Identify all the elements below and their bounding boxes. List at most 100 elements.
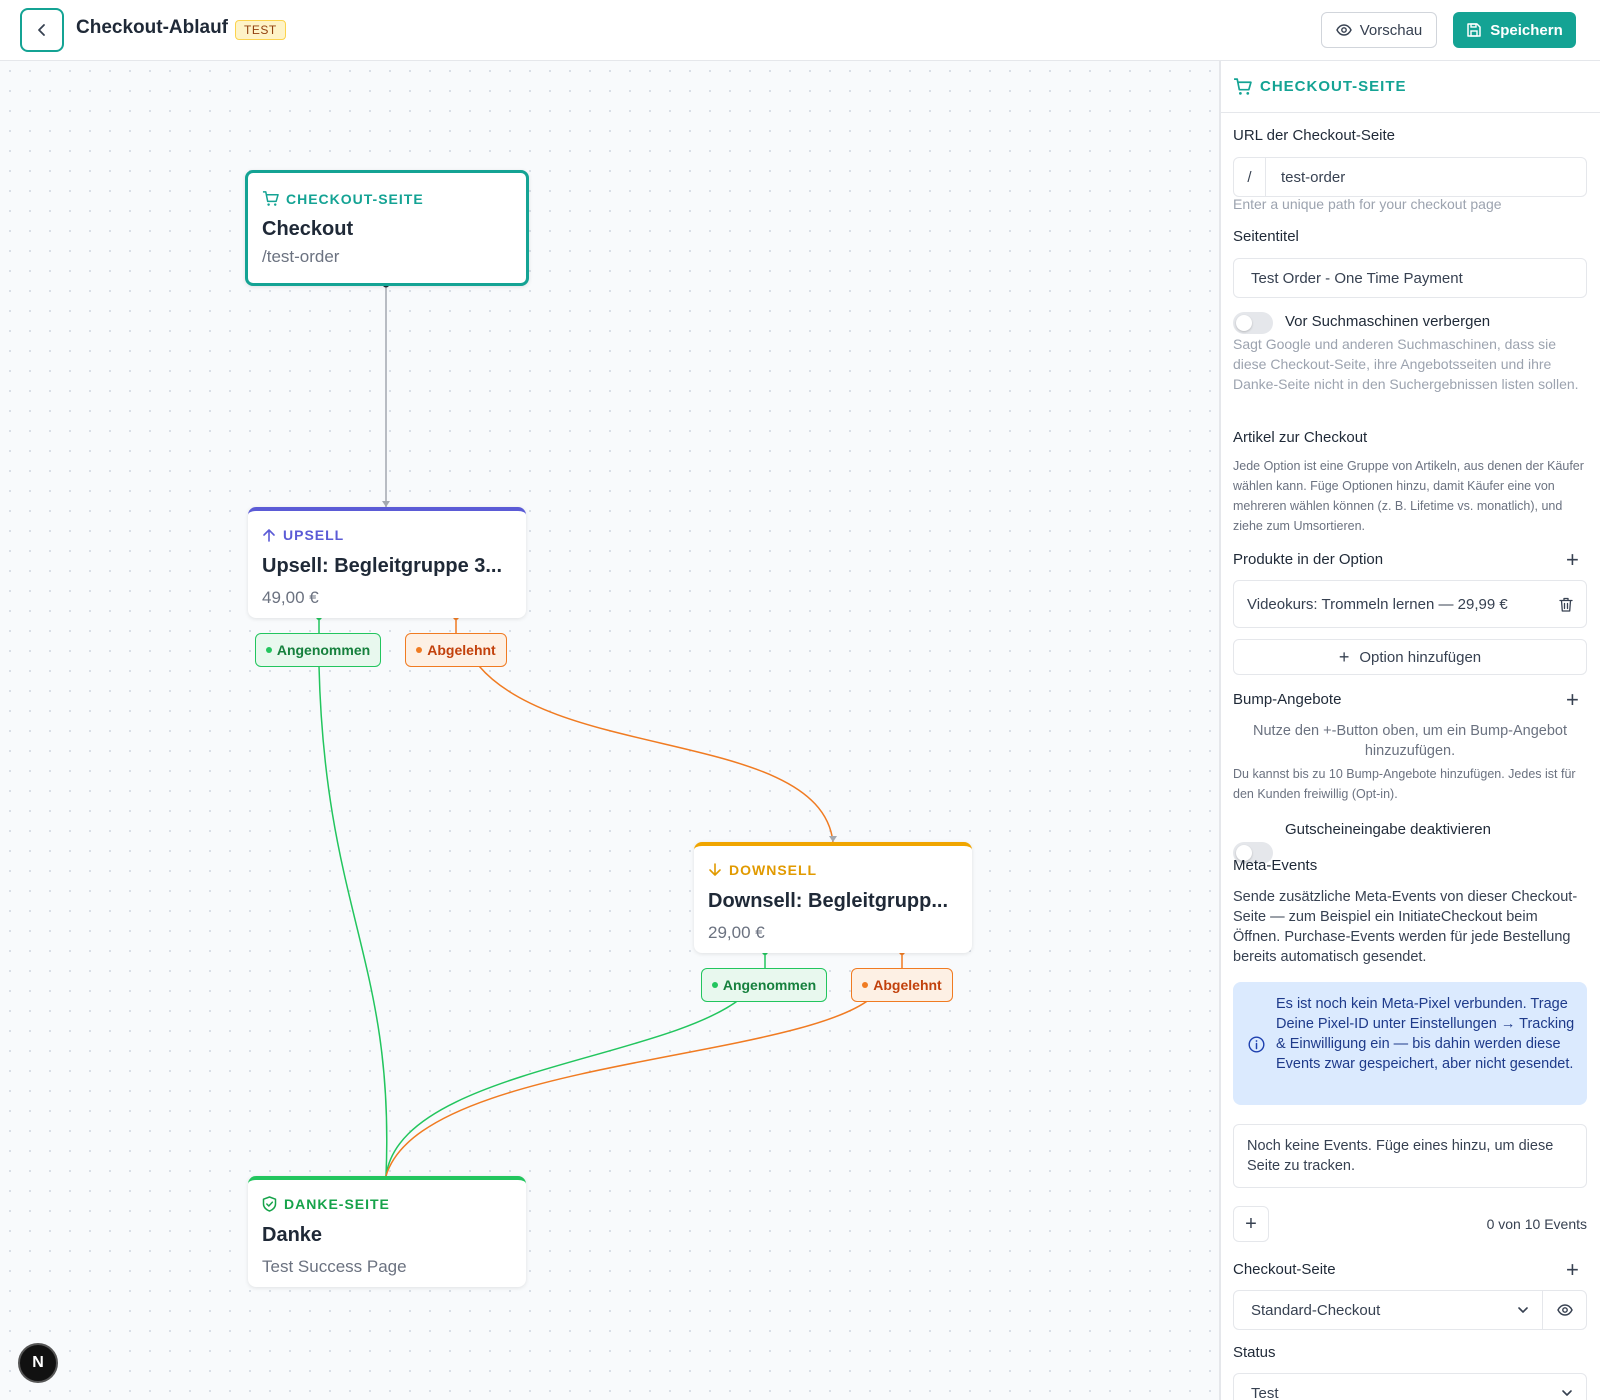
save-button[interactable]: Speichern: [1453, 12, 1576, 48]
edge-label-text: Angenommen: [276, 642, 371, 658]
node-subtitle: Test Success Page: [262, 1257, 407, 1276]
add-product-button[interactable]: +: [1566, 549, 1579, 571]
save-icon: [1467, 23, 1481, 37]
coupon-label: Gutscheineingabe deaktivieren: [1285, 821, 1491, 838]
url-hint: Enter a unique path for your checkout pa…: [1233, 196, 1502, 212]
url-label: URL der Checkout-Seite: [1233, 127, 1396, 144]
panel-header: CHECKOUT-SEITE: [1221, 61, 1600, 113]
node-type-text: CHECKOUT-SEITE: [286, 190, 424, 207]
status-dot: [265, 647, 272, 653]
flow-edges: [316, 280, 905, 1184]
edge-label-text: Abgelehnt: [427, 642, 496, 658]
framework-logo[interactable]: N: [18, 1343, 58, 1383]
url-prefix: /: [1234, 158, 1266, 196]
node-subtitle: /test-order: [262, 247, 340, 266]
add-option-label: Option hinzufügen: [1359, 648, 1482, 666]
edge-label-accepted[interactable]: Angenommen: [255, 633, 381, 667]
node-thank-you[interactable]: DANKE-SEITE Danke Test Success Page: [248, 1176, 526, 1287]
meta-info-box: Es ist noch kein Meta-Pixel verbunden. T…: [1233, 982, 1587, 1105]
events-empty-state: Noch keine Events. Füge eines hinzu, um …: [1233, 1124, 1587, 1188]
trash-icon[interactable]: [1559, 597, 1573, 612]
node-title: Downsell: Begleitgrupp...: [708, 890, 949, 912]
meta-info-text: Es ist noch kein Meta-Pixel verbunden. T…: [1276, 996, 1575, 1072]
preview-checkout-page-button[interactable]: [1542, 1290, 1587, 1330]
status-dot: [416, 647, 423, 653]
node-subtitle: 29,00 €: [708, 923, 765, 942]
no-events-text: Noch keine Events. Füge eines hinzu, um …: [1247, 1138, 1554, 1174]
panel-title: CHECKOUT-SEITE: [1260, 78, 1407, 95]
eye-icon: [1556, 1304, 1573, 1316]
hide-search-hint: Sagt Google und anderen Suchmaschinen, d…: [1233, 336, 1579, 392]
cart-icon: [262, 191, 279, 206]
hide-search-toggle[interactable]: [1233, 312, 1273, 334]
status-dot: [711, 982, 718, 988]
edge-label-declined[interactable]: Abgelehnt: [851, 968, 953, 1002]
shield-check-icon: [262, 1196, 277, 1212]
status-value: Test: [1251, 1384, 1279, 1400]
add-bump-button[interactable]: +: [1566, 689, 1579, 711]
edge-downsell-declined-danke[interactable]: [385, 998, 871, 1177]
back-button[interactable]: [20, 8, 64, 52]
status-select[interactable]: Test: [1233, 1373, 1587, 1400]
status-badge: TEST: [235, 20, 286, 40]
node-title: Upsell: Begleitgruppe 3...: [262, 555, 503, 577]
status-dot: [862, 982, 869, 988]
add-checkout-page-button[interactable]: +: [1566, 1259, 1579, 1281]
plus-icon: +: [1338, 646, 1350, 667]
page-title-field[interactable]: Test Order - One Time Payment: [1233, 258, 1587, 298]
items-description: Jede Option ist eine Gruppe von Artikeln…: [1233, 459, 1584, 533]
items-label: Artikel zur Checkout: [1233, 429, 1368, 446]
arrow-up-icon: [263, 529, 275, 542]
events-counter: 0 von 10 Events: [1486, 1216, 1587, 1232]
url-field[interactable]: / test-order: [1233, 157, 1587, 197]
bump-empty-state: Nutze den +-Button oben, um ein Bump-Ang…: [1253, 723, 1567, 759]
save-label: Speichern: [1490, 21, 1563, 39]
hide-search-label: Vor Suchmaschinen verbergen: [1285, 313, 1491, 330]
plus-icon: +: [1245, 1212, 1257, 1235]
checkout-page-label: Checkout-Seite: [1233, 1261, 1336, 1278]
node-subtitle: 49,00 €: [262, 588, 319, 607]
chevron-left-icon: [38, 24, 45, 36]
node-downsell[interactable]: DOWNSELL Downsell: Begleitgrupp... 29,00…: [694, 842, 972, 953]
node-type-label: CHECKOUT-SEITE: [262, 190, 424, 207]
status-label: Status: [1233, 1344, 1276, 1361]
add-option-button[interactable]: + Option hinzufügen: [1233, 639, 1587, 675]
node-upsell[interactable]: UPSELL Upsell: Begleitgruppe 3... 49,00 …: [248, 507, 526, 618]
edge-label-text: Abgelehnt: [873, 977, 942, 993]
url-value: test-order: [1281, 168, 1346, 186]
info-icon: [1248, 1036, 1265, 1053]
checkout-page-select[interactable]: Standard-Checkout: [1233, 1290, 1543, 1330]
products-label: Produkte in der Option: [1233, 551, 1384, 568]
bump-label: Bump-Angebote: [1233, 691, 1342, 708]
flow-canvas[interactable]: CHECKOUT-SEITE Checkout /test-order UPSE…: [0, 61, 1220, 1400]
edge-upsell-declined-downsell[interactable]: [478, 665, 834, 843]
bump-hint: Du kannst bis zu 10 Bump-Angebote hinzuf…: [1233, 767, 1576, 801]
page-title-value: Test Order - One Time Payment: [1251, 269, 1463, 287]
page-title: Checkout-Ablauf: [76, 17, 228, 38]
properties-panel: CHECKOUT-SEITE URL der Checkout-Seite / …: [1220, 61, 1600, 1400]
edge-label-declined[interactable]: Abgelehnt: [405, 633, 507, 667]
node-type-text: DANKE-SEITE: [284, 1196, 390, 1212]
preview-button[interactable]: Vorschau: [1321, 12, 1437, 48]
edge-downsell-accepted-danke[interactable]: [385, 998, 741, 1177]
node-checkout[interactable]: CHECKOUT-SEITE Checkout /test-order: [245, 170, 529, 286]
product-name: Videokurs: Trommeln lernen — 29,99 €: [1247, 595, 1508, 613]
chevron-down-icon: [1518, 1307, 1528, 1313]
edge-label-accepted[interactable]: Angenommen: [701, 968, 827, 1002]
product-option-item[interactable]: Videokurs: Trommeln lernen — 29,99 €: [1233, 580, 1587, 628]
node-type-label: UPSELL: [262, 527, 344, 543]
preview-label: Vorschau: [1359, 21, 1423, 39]
add-event-button[interactable]: +: [1233, 1206, 1269, 1242]
meta-description: Sende zusätzliche Meta-Events von dieser…: [1233, 889, 1578, 965]
arrow-down-icon: [709, 863, 721, 876]
edge-upsell-accepted-danke[interactable]: [318, 665, 388, 1177]
cart-icon: [1234, 78, 1252, 95]
chevron-down-icon: [1562, 1390, 1572, 1396]
node-title: Checkout: [262, 218, 354, 240]
node-title: Danke: [262, 1224, 323, 1246]
meta-label: Meta-Events: [1233, 857, 1318, 874]
title-label: Seitentitel: [1233, 228, 1299, 245]
eye-icon: [1335, 24, 1352, 36]
top-bar: Checkout-Ablauf TEST Vorschau Speichern: [0, 0, 1600, 61]
checkout-page-value: Standard-Checkout: [1251, 1301, 1381, 1319]
